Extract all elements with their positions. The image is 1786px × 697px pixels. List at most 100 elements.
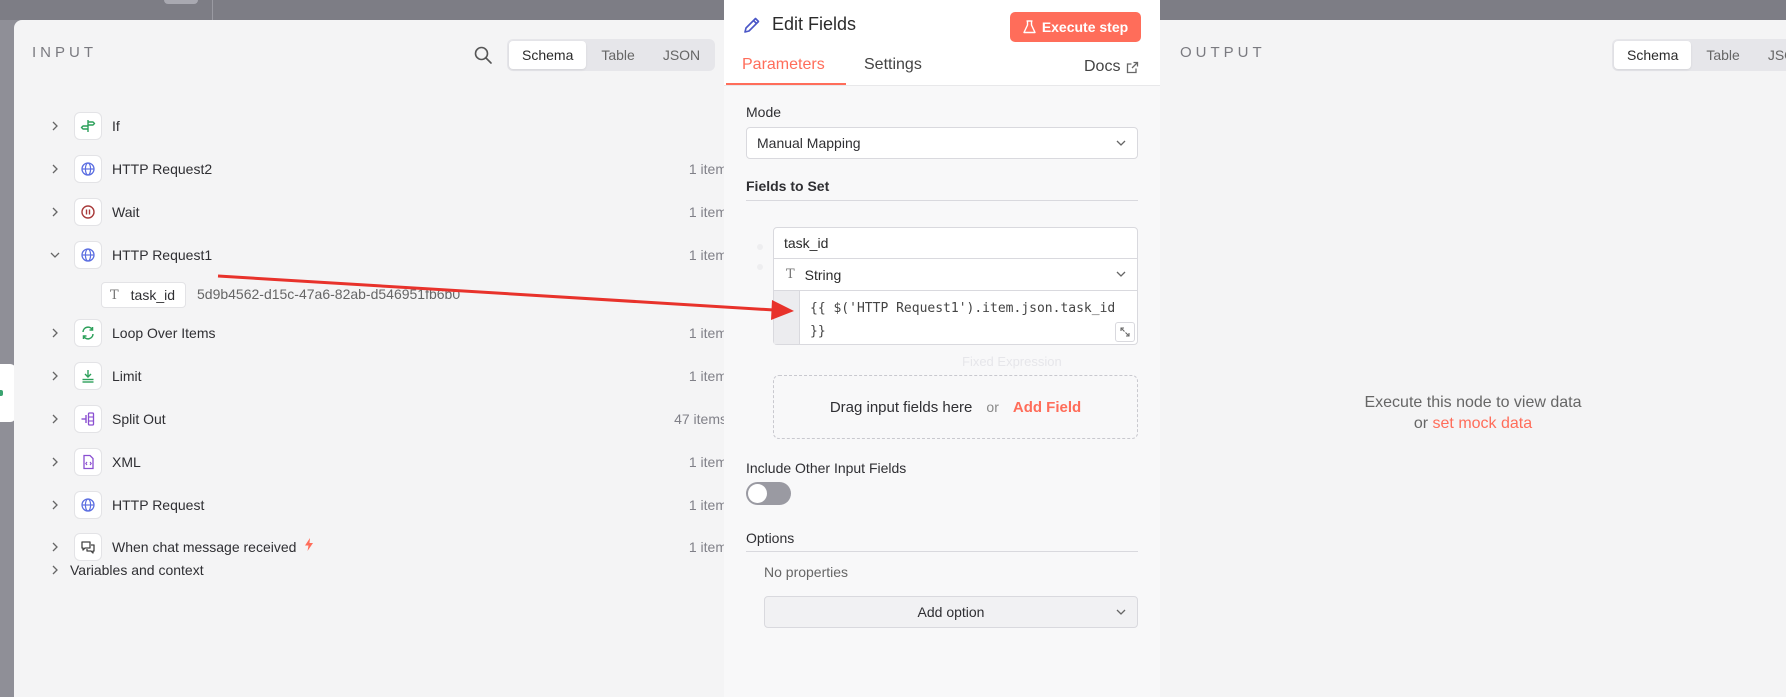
pause-circle-icon — [74, 198, 102, 226]
docs-label: Docs — [1084, 58, 1121, 75]
input-node-item-count: 1 item — [688, 325, 727, 341]
input-node-label: Wait — [112, 204, 140, 220]
field-value-expression[interactable]: {{ $('HTTP Request1').item.json.task_id … — [773, 291, 1138, 345]
schema-field-name: task_id — [130, 287, 176, 303]
chevron-right-icon — [46, 561, 64, 579]
canvas-divider — [212, 0, 213, 20]
chevron-right-icon[interactable] — [46, 410, 64, 428]
include-other-fields-toggle[interactable] — [746, 482, 791, 505]
search-icon[interactable] — [472, 44, 494, 66]
add-option-button[interactable]: Add option — [764, 596, 1138, 628]
chevron-down-icon[interactable] — [46, 246, 64, 264]
input-node-row[interactable]: If — [28, 111, 728, 141]
mode-label: Mode — [746, 104, 782, 120]
variables-and-context-label: Variables and context — [70, 562, 204, 578]
expression-indicator — [774, 291, 800, 344]
chevron-right-icon[interactable] — [46, 203, 64, 221]
input-node-item-count: 1 item — [688, 539, 727, 555]
execute-step-label: Execute step — [1041, 19, 1129, 35]
input-node-row[interactable]: Split Out 47 items — [28, 404, 728, 434]
input-tab-json[interactable]: JSON — [650, 41, 713, 69]
output-tab-table[interactable]: Table — [1693, 41, 1752, 69]
input-node-item-count: 1 item — [688, 368, 727, 384]
parameters-body: Mode Manual Mapping Fields to Set task_i… — [724, 86, 1160, 697]
output-view-switcher: Schema Table JSON — [1612, 39, 1786, 71]
input-tab-schema[interactable]: Schema — [509, 41, 587, 69]
tab-parameters[interactable]: Parameters — [742, 56, 825, 74]
if-signpost-icon — [74, 112, 102, 140]
input-node-item-count: 1 item — [688, 161, 727, 177]
chevron-right-icon[interactable] — [46, 538, 64, 556]
input-tab-table[interactable]: Table — [588, 41, 647, 69]
schema-field-value: 5d9b4562-d15c-47a6-82ab-d546951fb6b0 — [197, 286, 461, 302]
output-or: or — [1413, 415, 1429, 432]
fixed-expression-toggle[interactable]: Fixed Expression — [962, 354, 1062, 369]
input-node-row[interactable]: Wait 1 item — [28, 197, 728, 227]
input-node-label: Limit — [112, 368, 142, 384]
active-tab-underline — [726, 83, 846, 85]
input-node-row[interactable]: HTTP Request 1 item — [28, 490, 728, 520]
chevron-right-icon[interactable] — [46, 453, 64, 471]
set-mock-data-link[interactable]: set mock data — [1433, 415, 1533, 432]
trigger-bolt-icon — [304, 538, 314, 556]
dropzone-or: or — [986, 399, 999, 415]
output-panel: OUTPUT Schema Table JSON Execute this no… — [1160, 20, 1786, 697]
schema-field-task-id[interactable]: T task_id — [101, 282, 187, 308]
xml-file-icon — [74, 448, 102, 476]
chevron-right-icon[interactable] — [46, 367, 64, 385]
input-node-row[interactable]: HTTP Request2 1 item — [28, 154, 728, 184]
input-node-row[interactable]: Limit 1 item — [28, 361, 728, 391]
execute-step-button[interactable]: Execute step — [1010, 12, 1141, 42]
input-panel: INPUT Schema Table JSON If HTTP Request2 1… — [14, 20, 728, 697]
output-mock-line: or set mock data — [1160, 415, 1786, 433]
input-node-label: HTTP Request — [112, 497, 205, 513]
field-name-input[interactable]: task_id — [773, 227, 1138, 259]
text-type-icon: T — [110, 287, 119, 303]
chevron-down-icon — [1116, 140, 1126, 146]
node-title-text: Edit Fields — [772, 14, 857, 34]
open-expression-editor-icon[interactable] — [1115, 322, 1135, 342]
input-node-row[interactable]: Loop Over Items 1 item — [28, 318, 728, 348]
field-type-select[interactable]: T String — [773, 259, 1138, 291]
variables-and-context-row[interactable]: Variables and context — [28, 555, 728, 585]
expression-code[interactable]: {{ $('HTTP Request1').item.json.task_id … — [810, 297, 1134, 343]
input-node-item-count: 1 item — [688, 247, 727, 263]
input-node-label: Split Out — [112, 411, 166, 427]
fields-to-set-label: Fields to Set — [746, 178, 830, 194]
drag-handle-icon[interactable] — [757, 244, 763, 250]
output-tab-schema[interactable]: Schema — [1614, 41, 1692, 69]
globe-icon — [74, 155, 102, 183]
chevron-right-icon[interactable] — [46, 160, 64, 178]
chevron-right-icon[interactable] — [46, 324, 64, 342]
docs-link[interactable]: Docs — [1084, 58, 1139, 76]
include-other-fields-label: Include Other Input Fields — [746, 460, 907, 476]
input-node-row[interactable]: HTTP Request1 1 item — [28, 240, 728, 270]
text-type-icon: T — [786, 267, 795, 282]
input-node-label: If — [112, 118, 120, 134]
chevron-right-icon[interactable] — [46, 117, 64, 135]
input-node-label: HTTP Request1 — [112, 247, 213, 263]
output-empty-message: Execute this node to view data — [1364, 394, 1582, 411]
input-node-label: HTTP Request2 — [112, 161, 213, 177]
input-node-item-count: 1 item — [688, 204, 727, 220]
input-node-item-count: 1 item — [688, 454, 727, 470]
mode-select[interactable]: Manual Mapping — [746, 127, 1138, 159]
node-title[interactable]: Edit Fields — [742, 14, 856, 35]
tab-settings[interactable]: Settings — [864, 56, 922, 74]
input-node-label: Loop Over Items — [112, 325, 216, 341]
options-divider — [746, 551, 1138, 552]
field-dropzone[interactable]: Drag input fields here or Add Field — [773, 375, 1138, 439]
delete-field-icon[interactable] — [757, 264, 763, 270]
input-node-row[interactable]: XML 1 item — [28, 447, 728, 477]
output-tab-json[interactable]: JSON — [1755, 41, 1786, 69]
chevron-down-icon — [1116, 271, 1126, 277]
mode-value: Manual Mapping — [757, 135, 861, 151]
chevron-right-icon[interactable] — [46, 496, 64, 514]
field-type-value: String — [804, 266, 842, 283]
limit-icon — [74, 362, 102, 390]
add-field-button[interactable]: Add Field — [1013, 399, 1081, 416]
edit-fields-panel: Edit Fields Execute step Parameters Sett… — [724, 0, 1160, 697]
dropzone-text: Drag input fields here — [829, 398, 973, 416]
input-node-item-count: 1 item — [688, 497, 727, 513]
options-label: Options — [746, 530, 795, 546]
